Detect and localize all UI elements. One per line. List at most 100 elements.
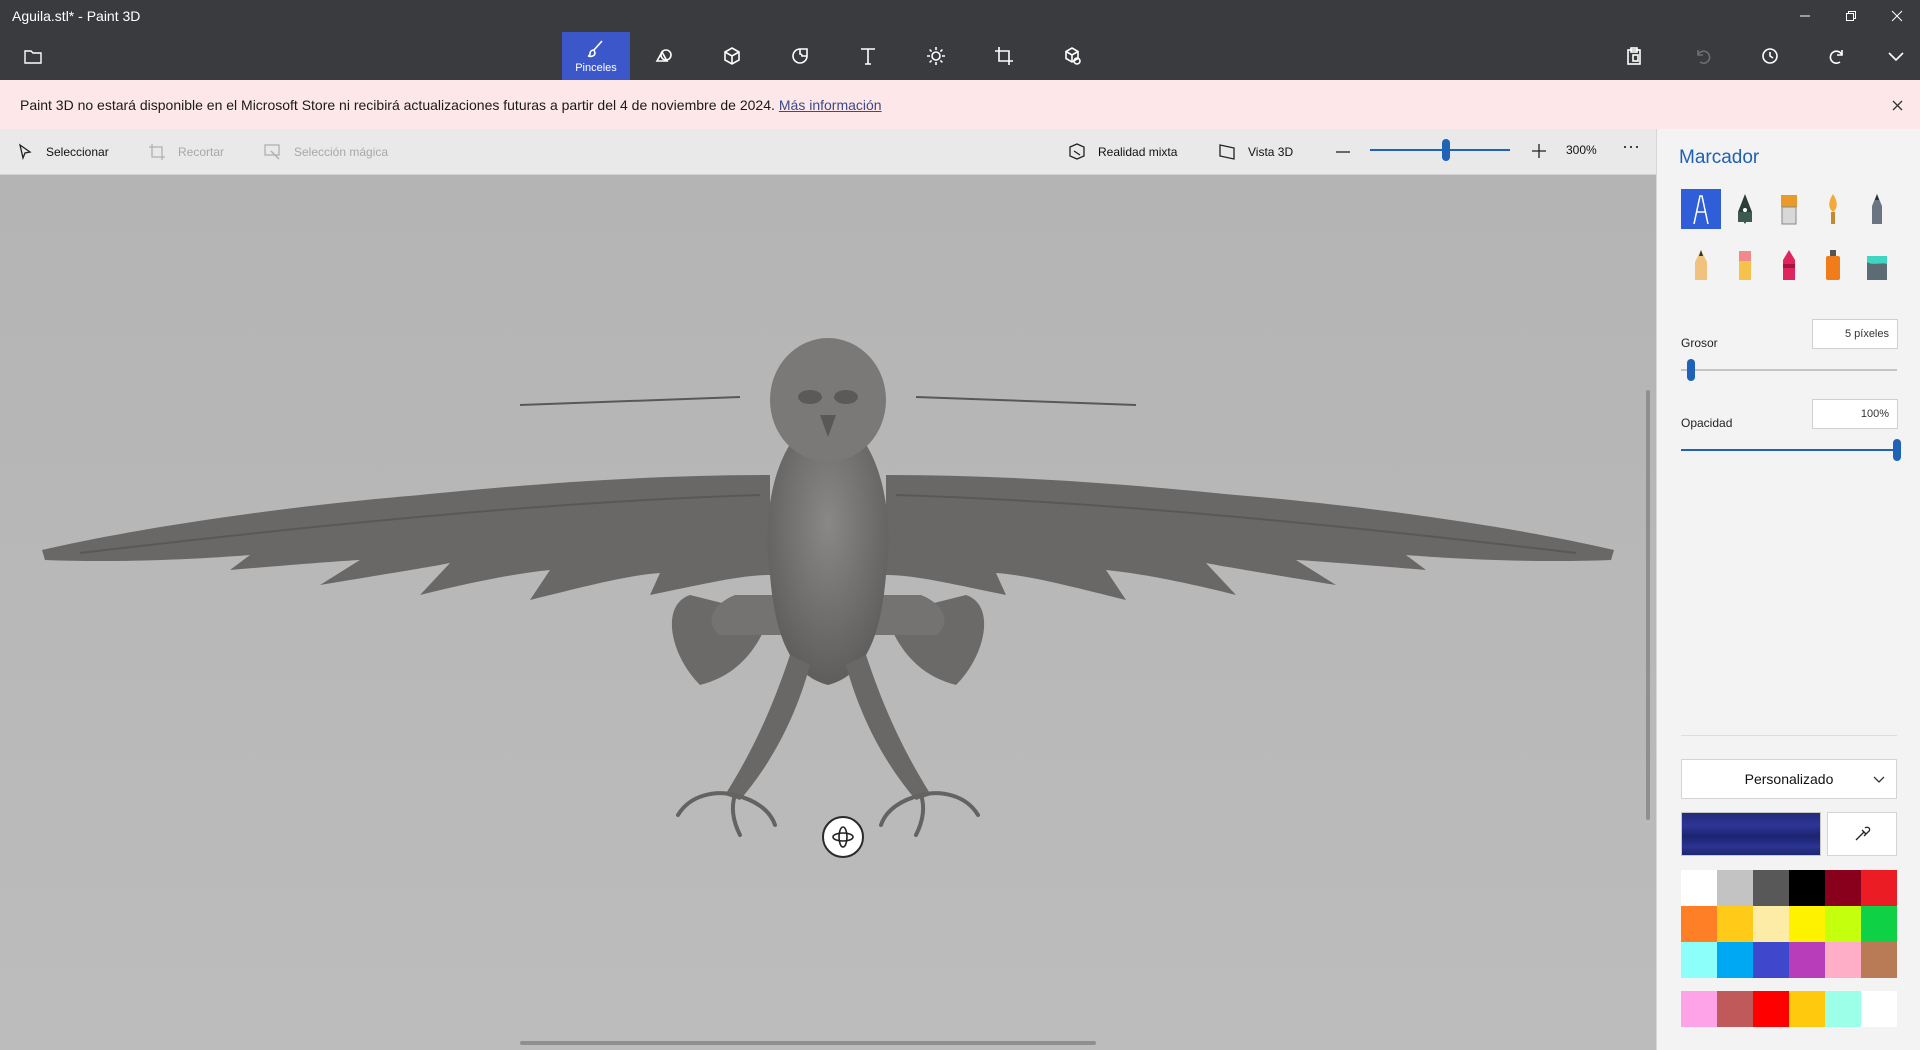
color-swatch[interactable] bbox=[1789, 942, 1825, 978]
watercolor-icon bbox=[1829, 194, 1837, 224]
vertical-scrollbar[interactable] bbox=[1646, 390, 1650, 820]
custom-color-palette bbox=[1681, 991, 1897, 1027]
color-swatch[interactable] bbox=[1753, 870, 1789, 906]
brush-icon bbox=[587, 39, 603, 57]
thickness-input[interactable]: 5 píxeles bbox=[1812, 319, 1898, 349]
crop-button[interactable]: Recortar bbox=[148, 129, 224, 175]
redo-icon bbox=[1829, 50, 1843, 64]
redo-button[interactable] bbox=[1822, 42, 1854, 70]
opacity-input[interactable]: 100% bbox=[1812, 399, 1898, 429]
color-palette bbox=[1681, 870, 1897, 978]
tab-3d-shapes[interactable] bbox=[698, 32, 766, 80]
zoom-slider-thumb[interactable] bbox=[1442, 139, 1450, 161]
oil-brush-icon bbox=[1781, 195, 1797, 225]
crayon-icon bbox=[1783, 250, 1795, 280]
zoom-in-icon[interactable] bbox=[1530, 142, 1548, 160]
marker-brush[interactable] bbox=[1681, 189, 1721, 229]
color-swatch[interactable] bbox=[1825, 870, 1861, 906]
zoom-value: 300% bbox=[1566, 143, 1597, 157]
select-button[interactable]: Seleccionar bbox=[16, 129, 109, 175]
color-swatch[interactable] bbox=[1681, 870, 1717, 906]
eyedropper-button[interactable] bbox=[1827, 812, 1897, 856]
horizontal-scrollbar[interactable] bbox=[520, 1041, 1096, 1045]
tab-effects[interactable] bbox=[902, 32, 970, 80]
tab-canvas[interactable] bbox=[970, 32, 1038, 80]
color-swatch[interactable] bbox=[1681, 906, 1717, 942]
chevron-down-icon bbox=[1873, 776, 1885, 783]
restore-button[interactable] bbox=[1828, 0, 1874, 32]
close-button[interactable] bbox=[1874, 0, 1920, 32]
color-swatch[interactable] bbox=[1681, 942, 1717, 978]
palette-dropdown[interactable]: Personalizado bbox=[1681, 759, 1897, 799]
color-swatch[interactable] bbox=[1717, 942, 1753, 978]
color-swatch[interactable] bbox=[1753, 906, 1789, 942]
color-swatch[interactable] bbox=[1861, 870, 1897, 906]
spray-can-brush[interactable] bbox=[1813, 245, 1853, 285]
custom-color-swatch[interactable] bbox=[1717, 991, 1753, 1027]
rotate-handle[interactable] bbox=[822, 816, 864, 858]
more-options-button[interactable]: ··· bbox=[1616, 137, 1646, 161]
view-3d-button[interactable]: Vista 3D bbox=[1218, 129, 1293, 175]
custom-color-swatch[interactable] bbox=[1789, 991, 1825, 1027]
panel-title: Marcador bbox=[1679, 147, 1760, 168]
tab-3d-library[interactable] bbox=[1038, 32, 1106, 80]
eyedropper-icon bbox=[1855, 826, 1871, 841]
tab-stickers[interactable] bbox=[766, 32, 834, 80]
undo-button[interactable] bbox=[1686, 42, 1718, 70]
fill-bucket-icon bbox=[1867, 256, 1887, 280]
crop-label: Recortar bbox=[178, 145, 225, 159]
custom-color-swatch[interactable] bbox=[1825, 991, 1861, 1027]
color-swatch[interactable] bbox=[1825, 942, 1861, 978]
oil-brush[interactable] bbox=[1769, 189, 1809, 229]
tab-2d-shapes[interactable] bbox=[630, 32, 698, 80]
calligraphy-pen-brush[interactable] bbox=[1725, 189, 1765, 229]
color-swatch[interactable] bbox=[1861, 942, 1897, 978]
history-button[interactable] bbox=[1754, 42, 1786, 70]
magic-select-icon bbox=[264, 144, 280, 160]
thickness-slider[interactable] bbox=[1681, 369, 1897, 371]
more-info-link[interactable]: Más información bbox=[779, 97, 882, 113]
tab-text[interactable] bbox=[834, 32, 902, 80]
pencil-brush[interactable] bbox=[1681, 245, 1721, 285]
marker-icon bbox=[1693, 195, 1709, 225]
paste-button[interactable] bbox=[1618, 42, 1650, 70]
cursor-icon bbox=[18, 143, 32, 161]
color-swatch[interactable] bbox=[1789, 870, 1825, 906]
color-swatch[interactable] bbox=[1825, 906, 1861, 942]
color-swatch[interactable] bbox=[1717, 906, 1753, 942]
view-3d-label: Vista 3D bbox=[1248, 145, 1294, 159]
menu-button[interactable] bbox=[18, 44, 48, 68]
history-icon bbox=[1762, 48, 1778, 64]
mixed-reality-button[interactable]: Realidad mixta bbox=[1068, 129, 1177, 175]
eraser-brush[interactable] bbox=[1725, 245, 1765, 285]
sticker-icon bbox=[792, 48, 808, 64]
minimize-icon bbox=[1800, 15, 1810, 17]
magic-select-button[interactable]: Selección mágica bbox=[264, 129, 388, 175]
minimize-button[interactable] bbox=[1782, 0, 1828, 32]
eagle-3d-model[interactable] bbox=[0, 175, 1656, 1050]
color-swatch[interactable] bbox=[1789, 906, 1825, 942]
pencil-gray-brush[interactable] bbox=[1857, 189, 1897, 229]
fill-bucket-brush[interactable] bbox=[1857, 245, 1897, 285]
magic-select-label: Selección mágica bbox=[294, 145, 389, 159]
tab-brushes[interactable]: Pinceles bbox=[562, 32, 630, 80]
thickness-slider-thumb[interactable] bbox=[1687, 359, 1695, 381]
crayon-brush[interactable] bbox=[1769, 245, 1809, 285]
color-swatch[interactable] bbox=[1861, 906, 1897, 942]
custom-color-swatch[interactable] bbox=[1753, 991, 1789, 1027]
opacity-slider[interactable] bbox=[1681, 449, 1897, 451]
color-swatch[interactable] bbox=[1717, 870, 1753, 906]
zoom-slider[interactable] bbox=[1370, 149, 1510, 151]
color-swatch[interactable] bbox=[1753, 942, 1789, 978]
calligraphy-pen-icon bbox=[1738, 194, 1752, 224]
canvas-area[interactable] bbox=[0, 175, 1656, 1050]
chevron-down-icon bbox=[1888, 52, 1904, 62]
zoom-out-icon[interactable] bbox=[1334, 143, 1352, 161]
notice-close-button[interactable] bbox=[1886, 94, 1908, 116]
expand-toolbar-button[interactable] bbox=[1880, 42, 1912, 70]
current-color-swatch[interactable] bbox=[1681, 812, 1821, 856]
opacity-slider-thumb[interactable] bbox=[1893, 439, 1901, 461]
custom-color-swatch[interactable] bbox=[1861, 991, 1897, 1027]
custom-color-swatch[interactable] bbox=[1681, 991, 1717, 1027]
watercolor-brush[interactable] bbox=[1813, 189, 1853, 229]
